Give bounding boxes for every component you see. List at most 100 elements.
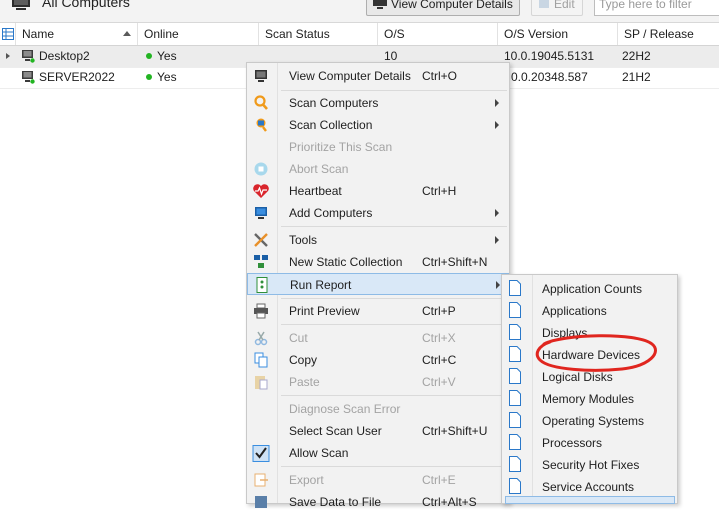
grid-icon	[2, 28, 14, 40]
column-chooser[interactable]	[0, 23, 16, 45]
document-icon	[509, 280, 521, 296]
column-header-online[interactable]: Online	[138, 23, 259, 45]
submenu-arrow-icon	[495, 121, 499, 129]
menu-separator	[281, 90, 507, 91]
online-dot-icon	[146, 73, 152, 80]
menu-item-save-data-to-file[interactable]: Save Data to File Ctrl+Alt+S	[247, 491, 509, 513]
menu-item-select-scan-user[interactable]: Select Scan User Ctrl+Shift+U	[247, 420, 509, 442]
document-icon	[509, 324, 521, 340]
menu-item-export[interactable]: Export Ctrl+E	[247, 469, 509, 491]
menu-separator	[281, 324, 507, 325]
scissors-icon	[254, 331, 268, 346]
tools-icon	[254, 233, 268, 247]
save-icon	[255, 496, 267, 508]
menu-separator	[281, 298, 507, 299]
submenu-item-application-counts[interactable]: Application Counts	[502, 277, 677, 299]
computer-group-icon	[12, 0, 30, 10]
menu-item-paste[interactable]: Paste Ctrl+V	[247, 371, 509, 393]
submenu-item-next-highlighted[interactable]	[505, 496, 675, 504]
menu-separator	[281, 466, 507, 467]
magnifier-icon	[254, 95, 268, 110]
annotation-circle	[535, 334, 657, 372]
run-report-submenu: Application Counts Applications Displays…	[501, 274, 678, 504]
checkbox-icon	[252, 445, 270, 462]
context-menu: View Computer Details Ctrl+O Scan Comput…	[246, 62, 510, 509]
submenu-item-operating-systems[interactable]: Operating Systems	[502, 409, 677, 431]
menu-item-tools[interactable]: Tools	[247, 229, 509, 251]
view-details-label: View Computer Details	[391, 0, 513, 11]
menu-item-heartbeat[interactable]: Heartbeat Ctrl+H	[247, 180, 509, 202]
monitor-icon	[373, 0, 387, 9]
cell-name: Desktop2	[39, 49, 90, 63]
submenu-item-processors[interactable]: Processors	[502, 431, 677, 453]
submenu-item-applications[interactable]: Applications	[502, 299, 677, 321]
table-header: Name Online Scan Status O/S O/S Version …	[0, 23, 719, 46]
menu-item-new-static-collection[interactable]: New Static Collection Ctrl+Shift+N	[247, 251, 509, 273]
document-icon	[509, 302, 521, 318]
export-icon	[254, 473, 268, 487]
online-dot-icon	[146, 52, 152, 59]
paste-icon	[255, 376, 268, 390]
document-icon	[509, 478, 521, 494]
menu-separator	[281, 395, 507, 396]
top-toolbar: All Computers View Computer Details Edit	[0, 0, 719, 23]
heart-icon	[253, 184, 269, 198]
page-title: All Computers	[42, 0, 130, 10]
menu-item-scan-collection[interactable]: Scan Collection	[247, 114, 509, 136]
computer-icon	[22, 50, 35, 63]
sort-ascending-icon	[123, 31, 131, 36]
copy-icon	[254, 352, 268, 368]
edit-label: Edit	[554, 0, 575, 11]
filter-input[interactable]	[599, 0, 717, 11]
edit-button[interactable]: Edit	[531, 0, 583, 16]
cell-os-version: 0.0.20348.587	[511, 70, 588, 84]
document-icon	[509, 412, 521, 428]
submenu-arrow-icon	[495, 236, 499, 244]
submenu-item-security-hot-fixes[interactable]: Security Hot Fixes	[502, 453, 677, 475]
view-computer-details-button[interactable]: View Computer Details	[366, 0, 520, 16]
column-header-scan-status[interactable]: Scan Status	[259, 23, 378, 45]
cell-os-version: 10.0.19045.5131	[504, 49, 595, 63]
cell-name: SERVER2022	[39, 70, 115, 84]
submenu-item-memory-modules[interactable]: Memory Modules	[502, 387, 677, 409]
menu-item-copy[interactable]: Copy Ctrl+C	[247, 349, 509, 371]
abort-icon	[254, 162, 268, 176]
submenu-arrow-icon	[495, 99, 499, 107]
document-icon	[509, 456, 521, 472]
menu-item-prioritize-scan[interactable]: Prioritize This Scan	[247, 136, 509, 158]
document-icon	[509, 434, 521, 450]
column-header-release[interactable]: SP / Release	[618, 23, 719, 45]
edit-icon	[539, 0, 549, 8]
submenu-arrow-icon	[496, 281, 500, 289]
menu-item-run-report[interactable]: Run Report	[247, 273, 509, 295]
cell-release: 22H2	[622, 49, 651, 63]
menu-item-abort-scan[interactable]: Abort Scan	[247, 158, 509, 180]
collection-icon	[254, 255, 268, 268]
document-icon	[509, 368, 521, 384]
menu-item-allow-scan[interactable]: Allow Scan	[247, 442, 509, 464]
cell-release: 21H2	[622, 70, 651, 84]
menu-item-cut[interactable]: Cut Ctrl+X	[247, 327, 509, 349]
expand-arrow-icon[interactable]	[6, 53, 10, 59]
column-header-os[interactable]: O/S	[378, 23, 498, 45]
document-icon	[509, 346, 521, 362]
filter-box[interactable]	[594, 0, 719, 16]
submenu-arrow-icon	[495, 209, 499, 217]
menu-item-view-computer-details[interactable]: View Computer Details Ctrl+O	[247, 65, 509, 87]
add-computer-icon	[255, 207, 267, 219]
monitor-icon	[255, 70, 267, 82]
server-icon	[22, 71, 35, 84]
report-icon	[256, 277, 268, 293]
document-icon	[509, 390, 521, 406]
column-header-name[interactable]: Name	[16, 23, 138, 45]
column-header-os-version[interactable]: O/S Version	[498, 23, 618, 45]
menu-separator	[281, 226, 507, 227]
menu-item-scan-computers[interactable]: Scan Computers	[247, 92, 509, 114]
cell-online: Yes	[146, 67, 177, 88]
menu-item-diagnose-scan-error[interactable]: Diagnose Scan Error	[247, 398, 509, 420]
submenu-item-service-accounts[interactable]: Service Accounts	[502, 475, 677, 497]
menu-item-add-computers[interactable]: Add Computers	[247, 202, 509, 224]
printer-icon	[254, 303, 268, 319]
cell-online: Yes	[146, 46, 177, 67]
menu-item-print-preview[interactable]: Print Preview Ctrl+P	[247, 300, 509, 322]
